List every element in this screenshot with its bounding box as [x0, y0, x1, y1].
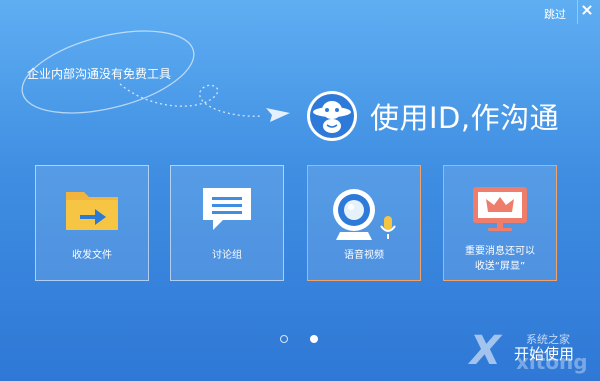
feature-label: 讨论组 [212, 250, 242, 261]
feature-label-line1: 重要消息还可以 [465, 246, 535, 257]
feature-card-voice-video[interactable]: 语音视频 [307, 165, 421, 281]
feature-card-screen-popup[interactable]: 重要消息还可以 收送“屏显” [443, 165, 557, 281]
titlebar-divider [577, 0, 578, 24]
feature-label: 语音视频 [344, 250, 384, 261]
alien-mascot-logo-icon [307, 91, 357, 141]
feature-label: 收发文件 [72, 250, 112, 261]
page-dot-1[interactable] [280, 335, 288, 343]
feature-label-line2: 收送“屏显” [474, 261, 526, 272]
crown-monitor-icon [473, 187, 527, 231]
skip-button[interactable]: 跳过 [544, 6, 566, 22]
page-indicator [280, 335, 340, 347]
page-dot-2[interactable] [310, 335, 318, 343]
feature-card-file-transfer[interactable]: 收发文件 [35, 165, 149, 281]
start-button[interactable]: 开始使用 [498, 336, 590, 370]
close-icon[interactable] [582, 5, 592, 15]
headline-text: 使用ID,作沟通 [370, 101, 560, 135]
chat-bubble-icon [203, 188, 251, 230]
feature-card-discussion-group[interactable]: 讨论组 [170, 165, 284, 281]
welcome-screen: 跳过 企业内部沟通没有免费工具 使用ID,作沟通 收发文件 讨论组 语音视频 重… [0, 0, 600, 381]
webcam-microphone-icon [333, 189, 396, 240]
tagline-text: 企业内部沟通没有免费工具 [27, 67, 172, 81]
folder-arrow-icon [66, 192, 118, 230]
watermark-x-logo: X [470, 328, 501, 374]
